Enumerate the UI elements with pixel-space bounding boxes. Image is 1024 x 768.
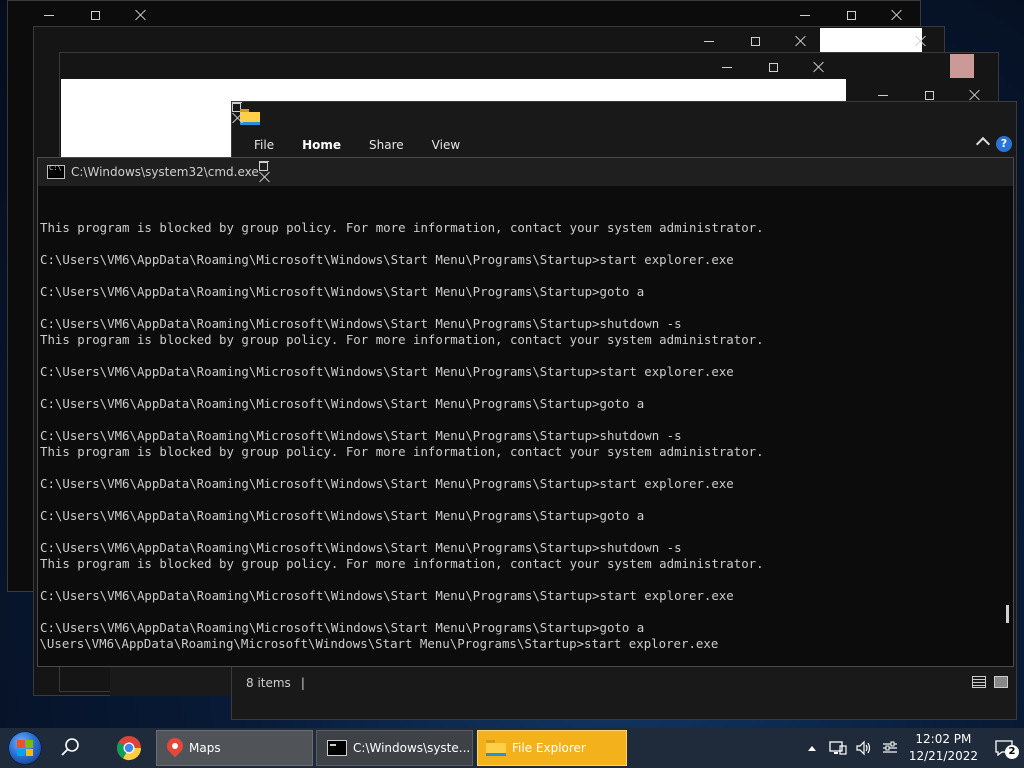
console-line: This program is blocked by group policy.…	[40, 332, 764, 347]
explorer-titlebar[interactable]	[232, 102, 1016, 132]
show-hidden-icons-icon[interactable]	[799, 728, 825, 768]
taskbar: Maps C:\Windows\syste... File Explorer 1…	[0, 728, 1024, 768]
console-output[interactable]: This program is blocked by group policy.…	[40, 188, 1001, 662]
clock-date: 12/21/2022	[908, 749, 978, 763]
explorer-statusbar: 8 items |	[232, 670, 1016, 696]
close-button[interactable]	[259, 171, 271, 183]
help-icon[interactable]: ?	[996, 136, 1012, 152]
folder-icon	[486, 740, 506, 756]
console-line: This program is blocked by group policy.…	[40, 556, 764, 571]
close-button[interactable]	[118, 1, 164, 29]
network-icon[interactable]	[825, 728, 851, 768]
window-controls	[258, 161, 271, 183]
minimize-button[interactable]	[686, 27, 732, 55]
taskbar-cmd-label: C:\Windows\syste...	[353, 741, 471, 755]
close-button[interactable]	[796, 53, 842, 81]
window-controls	[704, 53, 842, 81]
system-tray: 12:02 PM 12/21/2022 2	[799, 728, 1024, 768]
search-icon[interactable]	[58, 736, 82, 760]
close-button[interactable]	[874, 1, 920, 29]
maximize-button[interactable]	[750, 53, 796, 81]
taskbar-maps-label: Maps	[189, 741, 221, 755]
window-title: C:\Windows\system32\cmd.exe	[71, 165, 259, 179]
scrollbar-thumb[interactable]	[1006, 605, 1009, 623]
maximize-button[interactable]	[732, 27, 778, 55]
taskbar-cmd[interactable]: C:\Windows\syste...	[316, 730, 473, 766]
console-line: C:\Users\VM6\AppData\Roaming\Microsoft\W…	[40, 252, 734, 267]
console-line: C:\Users\VM6\AppData\Roaming\Microsoft\W…	[40, 364, 734, 379]
notification-center-icon[interactable]: 2	[984, 728, 1024, 768]
background-window-1-secondary-controls	[26, 1, 164, 29]
cmd-titlebar[interactable]: C:\Windows\system32\cmd.exe	[38, 158, 1013, 186]
console-line: C:\Users\VM6\AppData\Roaming\Microsoft\W…	[40, 620, 645, 635]
console-partial-line: :\Users\VM6\AppData\Roaming\Microsoft\Wi…	[40, 636, 719, 651]
console-line: C:\Users\VM6\AppData\Roaming\Microsoft\W…	[40, 396, 645, 411]
minimize-button[interactable]	[782, 1, 828, 29]
minimize-button[interactable]	[704, 53, 750, 81]
console-line: C:\Users\VM6\AppData\Roaming\Microsoft\W…	[40, 540, 682, 555]
window-controls	[232, 102, 1016, 124]
console-line: This program is blocked by group policy.…	[40, 444, 764, 459]
windows-start-icon[interactable]	[8, 731, 42, 765]
cmd-window[interactable]: C:\Windows\system32\cmd.exe This program…	[37, 157, 1014, 667]
console-line: C:\Users\VM6\AppData\Roaming\Microsoft\W…	[40, 588, 734, 603]
tab-view[interactable]: View	[418, 132, 474, 158]
status-separator: |	[300, 676, 305, 690]
taskbar-maps[interactable]: Maps	[156, 730, 313, 766]
volume-icon[interactable]	[851, 728, 877, 768]
details-view-icon[interactable]	[972, 676, 986, 688]
tab-share[interactable]: Share	[355, 132, 418, 158]
input-settings-icon[interactable]	[877, 728, 903, 768]
close-button[interactable]	[232, 112, 1016, 124]
console-line: C:\Users\VM6\AppData\Roaming\Microsoft\W…	[40, 508, 645, 523]
window-controls-right	[898, 27, 944, 55]
maximize-button[interactable]	[232, 103, 1016, 112]
maximize-button[interactable]	[258, 162, 271, 171]
ribbon-tabs: File Home Share View	[232, 132, 1016, 158]
pink-content-area	[950, 54, 974, 78]
tab-home[interactable]: Home	[288, 132, 355, 158]
item-count: 8 items	[246, 676, 291, 690]
close-button[interactable]	[898, 27, 944, 55]
minimize-button[interactable]	[26, 1, 72, 29]
large-icons-view-icon[interactable]	[994, 676, 1008, 688]
tab-file[interactable]: File	[240, 132, 288, 158]
chrome-icon[interactable]	[114, 733, 144, 763]
clock[interactable]: 12:02 PM 12/21/2022	[903, 731, 984, 765]
cmd-icon	[47, 164, 65, 179]
taskbar-file-explorer[interactable]: File Explorer	[477, 730, 627, 766]
window-controls	[782, 1, 920, 29]
maximize-button[interactable]	[72, 1, 118, 29]
window-controls	[686, 27, 824, 55]
notification-badge: 2	[1005, 745, 1019, 759]
maximize-button[interactable]	[828, 1, 874, 29]
close-button[interactable]	[778, 27, 824, 55]
console-line: C:\Users\VM6\AppData\Roaming\Microsoft\W…	[40, 316, 682, 331]
console-line: C:\Users\VM6\AppData\Roaming\Microsoft\W…	[40, 476, 734, 491]
windows-flag-icon	[17, 740, 33, 756]
console-line: C:\Users\VM6\AppData\Roaming\Microsoft\W…	[40, 428, 682, 443]
clock-time: 12:02 PM	[915, 732, 972, 746]
console-line: C:\Users\VM6\AppData\Roaming\Microsoft\W…	[40, 284, 645, 299]
maps-pin-icon	[167, 738, 183, 758]
console-line: This program is blocked by group policy.…	[40, 220, 764, 235]
cmd-icon	[327, 740, 347, 756]
taskbar-explorer-label: File Explorer	[512, 741, 586, 755]
